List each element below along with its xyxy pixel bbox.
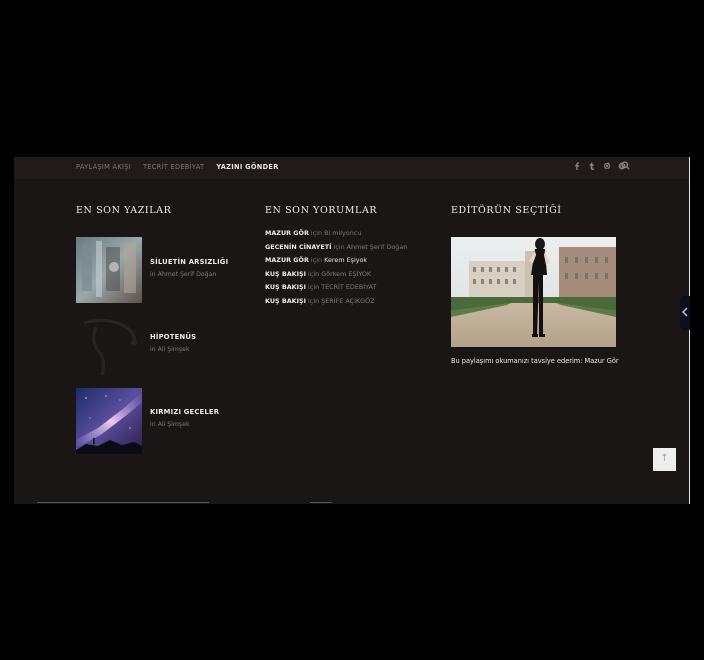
post-thumbnail-2[interactable] — [76, 313, 142, 379]
post-thumbnail-3[interactable] — [76, 388, 142, 454]
search-icon[interactable] — [621, 161, 630, 170]
comment-item-1[interactable]: MAZUR GÖR için Bi milyoncu — [265, 227, 407, 241]
panel-right-border — [689, 157, 690, 504]
post-meta-1[interactable]: in Ahmet Şerif Doğan — [150, 271, 216, 278]
instagram-icon[interactable] — [603, 162, 611, 170]
side-panel-tab[interactable] — [680, 296, 690, 330]
back-to-top-button[interactable]: ↑ — [653, 448, 676, 471]
latest-posts-title: EN SON YAZILAR — [76, 205, 172, 216]
facebook-icon[interactable] — [573, 162, 581, 170]
post-title-3[interactable]: KIRMIZI GECELER — [150, 408, 219, 416]
tumblr-icon[interactable] — [588, 162, 596, 170]
post-meta-3[interactable]: in Ali Şimşek — [150, 421, 190, 428]
divider — [37, 502, 209, 503]
comments-list: MAZUR GÖR için Bi milyoncu GECENİN CİNAY… — [265, 227, 407, 309]
post-meta-2[interactable]: in Ali Şimşek — [150, 346, 190, 353]
nav-menu: PAYLAŞIM AKIŞI TECRİT EDEBİYAT YAZINI GÖ… — [76, 163, 279, 171]
latest-comments-title: EN SON YORUMLAR — [265, 205, 378, 216]
comment-item-6[interactable]: KUŞ BAKIŞI için ŞERİFE AÇIKGÖZ — [265, 295, 407, 309]
post-thumbnail-1[interactable] — [76, 237, 142, 303]
mega-menu-panel: PAYLAŞIM AKIŞI TECRİT EDEBİYAT YAZINI GÖ… — [14, 157, 690, 504]
nav-item-tecrit-edebiyat[interactable]: TECRİT EDEBİYAT — [143, 163, 204, 171]
comment-item-3[interactable]: MAZUR GÖR için Kerem Eşiyok — [265, 254, 407, 268]
editor-pick-caption[interactable]: Bu paylaşımı okumanızı tavsiye ederim: M… — [451, 357, 619, 365]
comment-item-5[interactable]: KUŞ BAKIŞI için TECRİT EDEBİYAT — [265, 281, 407, 295]
comment-item-4[interactable]: KUŞ BAKIŞI için Görkem EŞİYOK — [265, 268, 407, 282]
divider — [310, 502, 332, 503]
chevron-left-icon — [682, 307, 688, 317]
nav-item-yazini-gonder[interactable]: YAZINI GÖNDER — [216, 163, 278, 171]
nav-item-paylasim-akisi[interactable]: PAYLAŞIM AKIŞI — [76, 163, 131, 171]
editor-pick-image[interactable] — [451, 237, 616, 347]
post-title-1[interactable]: SİLUETİN ARSIZLIĞI — [150, 258, 228, 266]
top-navigation-bar: PAYLAŞIM AKIŞI TECRİT EDEBİYAT YAZINI GÖ… — [14, 157, 690, 179]
editor-pick-title: EDİTÖRÜN SEÇTİĞİ — [451, 205, 562, 216]
social-links — [573, 162, 626, 170]
post-title-2[interactable]: HİPOTENÜS — [150, 333, 196, 341]
comment-item-2[interactable]: GECENİN CİNAYETİ için Ahmet Şerif Doğan — [265, 241, 407, 255]
